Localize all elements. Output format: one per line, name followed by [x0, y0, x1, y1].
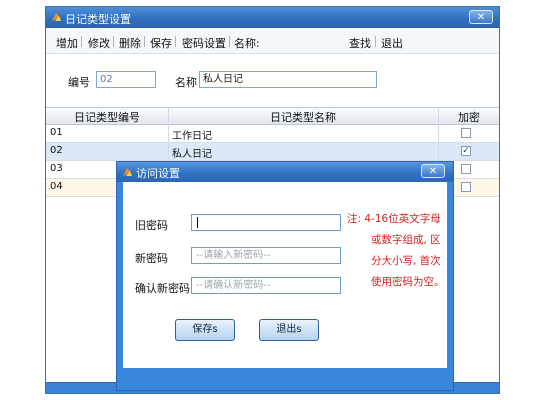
- row-id: 01: [50, 127, 63, 138]
- row-name: 工作日记: [172, 131, 212, 142]
- dialog-save-button[interactable]: 保存s: [175, 319, 235, 341]
- main-window-title: 日记类型设置: [65, 13, 131, 26]
- row-id: 03: [50, 163, 63, 174]
- delete-button[interactable]: 删除: [119, 35, 141, 51]
- main-close-button[interactable]: ✕: [469, 10, 493, 24]
- old-password-label: 旧密码: [135, 219, 168, 232]
- row-id: 02: [50, 145, 63, 156]
- toolbar-divider: [144, 36, 145, 47]
- row-name: 私人日记: [172, 149, 212, 160]
- dialog-body: 旧密码 新密码 --请输入新密码-- 确认新密码 --请确认新密码-- 注: 4…: [123, 182, 447, 368]
- table-row[interactable]: 01 工作日记: [46, 125, 499, 143]
- new-password-field[interactable]: --请输入新密码--: [191, 247, 341, 264]
- name-field[interactable]: 私人日记: [199, 71, 377, 88]
- dialog-exit-button[interactable]: 退出s: [259, 319, 319, 341]
- dialog-title: 访问设置: [136, 167, 180, 180]
- dialog-border: [447, 182, 453, 370]
- id-label: 编号: [68, 76, 90, 89]
- toolbar-divider: [175, 36, 176, 47]
- main-titlebar[interactable]: 日记类型设置 ✕: [46, 7, 499, 28]
- checkbox-icon[interactable]: [461, 128, 471, 138]
- text-cursor: [197, 217, 198, 228]
- dialog-close-button[interactable]: ✕: [421, 164, 445, 178]
- toolbar-divider: [113, 36, 114, 47]
- name-label: 名称: [175, 76, 197, 89]
- note-line: 注: 4-16位英文字母: [347, 213, 441, 225]
- id-field[interactable]: 02: [96, 71, 156, 88]
- checkbox-icon[interactable]: [461, 182, 471, 192]
- checkbox-icon[interactable]: [461, 164, 471, 174]
- dialog-bottom-bar: [117, 368, 453, 390]
- password-note: 注: 4-16位英文字母 或数字组成, 区 分大小写, 首次 使用密码为空。: [347, 209, 447, 293]
- search-name-label: 名称:: [234, 37, 260, 50]
- old-password-field[interactable]: [191, 214, 341, 231]
- note-line: 或数字组成, 区: [371, 234, 441, 246]
- checkbox-icon[interactable]: ✓: [461, 146, 471, 156]
- password-settings-button[interactable]: 密码设置: [182, 35, 226, 51]
- app-icon: [123, 168, 132, 176]
- edit-button[interactable]: 修改: [88, 35, 110, 51]
- table-row-selected[interactable]: 02 私人日记 ✓: [46, 143, 499, 161]
- search-button[interactable]: 查找: [349, 35, 371, 51]
- exit-button[interactable]: 退出: [381, 35, 403, 51]
- table-header: 日记类型编号 日记类型名称 加密: [46, 107, 499, 125]
- toolbar: 增加 修改 删除 保存 密码设置 名称: 查找 退出: [46, 29, 499, 54]
- toolbar-divider: [375, 36, 376, 47]
- dialog-titlebar[interactable]: 访问设置 ✕: [117, 162, 453, 182]
- confirm-password-field[interactable]: --请确认新密码--: [191, 277, 341, 294]
- desktop-left: [0, 0, 45, 400]
- note-line: 分大小写, 首次: [371, 255, 441, 267]
- close-icon: ✕: [428, 166, 438, 177]
- access-settings-dialog: 访问设置 ✕ 旧密码 新密码 --请输入新密码-- 确认新密码 --请确认新密码…: [116, 161, 454, 391]
- column-header-name[interactable]: 日记类型名称: [168, 109, 438, 125]
- note-line: 使用密码为空。: [371, 276, 445, 288]
- new-password-label: 新密码: [135, 252, 168, 265]
- toolbar-divider: [81, 36, 82, 47]
- save-button[interactable]: 保存: [150, 35, 172, 51]
- row-id: 04: [50, 181, 63, 192]
- close-icon: ✕: [476, 12, 486, 23]
- add-button[interactable]: 增加: [56, 35, 78, 51]
- toolbar-divider: [229, 36, 230, 47]
- app-icon: [52, 13, 61, 21]
- column-header-id[interactable]: 日记类型编号: [46, 109, 168, 125]
- confirm-password-label: 确认新密码: [135, 282, 190, 295]
- column-header-encrypt[interactable]: 加密: [438, 109, 500, 125]
- desktop-right: [500, 0, 548, 400]
